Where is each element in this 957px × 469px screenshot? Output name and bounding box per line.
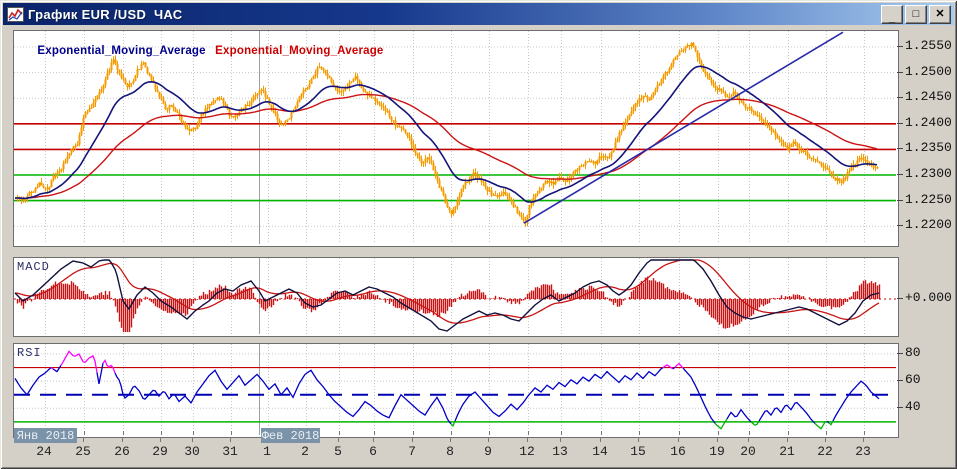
axis-tick-label: 1.2550: [905, 38, 952, 53]
axis-tick: [897, 298, 903, 299]
month-box: Янв 2018: [14, 428, 77, 443]
chart-client-area: Exponential_Moving_Average Exponential_M…: [0, 0, 957, 469]
day-tick: [600, 437, 601, 442]
axis-tick-label: 1.2300: [905, 166, 952, 181]
day-label: 1: [263, 444, 271, 459]
rsi-panel[interactable]: [13, 343, 899, 438]
axis-tick-label: 1.2350: [905, 140, 952, 155]
axis-tick-label: 1.2250: [905, 192, 952, 207]
day-tick: [717, 437, 718, 442]
day-tick: [230, 437, 231, 442]
ema-legend: Exponential_Moving_Average Exponential_M…: [17, 33, 390, 69]
axis-tick: [897, 200, 903, 201]
day-label: 6: [369, 444, 377, 459]
day-tick: [527, 437, 528, 442]
axis-tick-label: +0.000: [905, 290, 952, 305]
axis-tick-label: 80: [905, 345, 921, 360]
chart-window: График EUR /USD ЧАС _ □ ✕ Exponential_Mo…: [0, 0, 957, 469]
day-tick: [412, 437, 413, 442]
axis-tick-label: 1.2450: [905, 89, 952, 104]
day-label: 31: [222, 444, 238, 459]
macd-panel[interactable]: [13, 257, 899, 337]
day-tick: [863, 437, 864, 442]
day-label: 15: [630, 444, 646, 459]
day-label: 22: [817, 444, 833, 459]
day-tick: [787, 437, 788, 442]
macd-label: MACD: [17, 260, 50, 274]
day-label: 12: [519, 444, 535, 459]
day-tick: [825, 437, 826, 442]
rsi-label: RSI: [17, 346, 42, 360]
day-label: 13: [552, 444, 568, 459]
day-label: 2: [301, 444, 309, 459]
axis-tick: [897, 123, 903, 124]
day-label: 21: [779, 444, 795, 459]
axis-tick: [897, 46, 903, 47]
macd-chart-canvas[interactable]: [14, 258, 896, 334]
day-tick: [678, 437, 679, 442]
day-tick: [638, 437, 639, 442]
day-tick: [83, 437, 84, 442]
axis-tick-label: 1.2500: [905, 64, 952, 79]
day-tick: [373, 437, 374, 442]
axis-tick-label: 60: [905, 372, 921, 387]
day-tick: [450, 437, 451, 442]
day-label: 19: [709, 444, 725, 459]
day-label: 9: [484, 444, 492, 459]
day-tick: [488, 437, 489, 442]
day-label: 5: [334, 444, 342, 459]
axis-tick-label: 1.2400: [905, 115, 952, 130]
axis-tick: [897, 72, 903, 73]
day-label: 30: [184, 444, 200, 459]
day-label: 25: [75, 444, 91, 459]
day-tick: [192, 437, 193, 442]
day-tick: [560, 437, 561, 442]
day-tick: [748, 437, 749, 442]
rsi-chart-canvas[interactable]: [14, 344, 896, 435]
day-tick: [338, 437, 339, 442]
day-label: 23: [855, 444, 871, 459]
day-label: 29: [152, 444, 168, 459]
ema-slow-legend-label: Exponential_Moving_Average: [215, 45, 384, 57]
axis-tick: [897, 225, 903, 226]
axis-tick: [897, 407, 903, 408]
axis-tick: [897, 97, 903, 98]
axis-tick: [897, 174, 903, 175]
day-label: 20: [740, 444, 756, 459]
axis-tick-label: 40: [905, 399, 921, 414]
day-label: 8: [446, 444, 454, 459]
day-tick: [122, 437, 123, 442]
day-label: 14: [592, 444, 608, 459]
day-label: 16: [670, 444, 686, 459]
axis-tick: [897, 353, 903, 354]
month-box: Фев 2018: [261, 428, 320, 443]
axis-tick: [897, 148, 903, 149]
day-tick: [160, 437, 161, 442]
day-label: 7: [408, 444, 416, 459]
day-label: 26: [114, 444, 130, 459]
ema-fast-legend-label: Exponential_Moving_Average: [37, 45, 210, 57]
axis-tick: [897, 380, 903, 381]
axis-tick-label: 1.2200: [905, 217, 952, 232]
day-label: 24: [36, 444, 52, 459]
